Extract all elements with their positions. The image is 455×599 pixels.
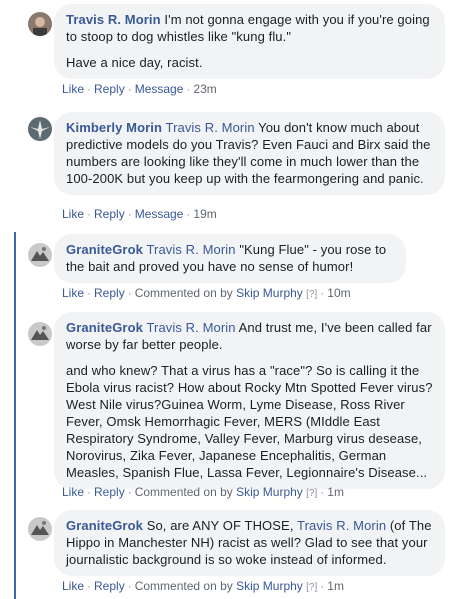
comment-bubble: Travis R. Morin I'm not gonna engage wit…: [54, 4, 445, 79]
message-button[interactable]: Message: [135, 82, 184, 96]
author-name[interactable]: GraniteGrok: [66, 518, 143, 533]
comment-actions: Like · Reply · Message · 23m: [62, 82, 217, 96]
reply-thread-line: [14, 232, 16, 599]
reply-button[interactable]: Reply: [94, 207, 125, 221]
help-badge[interactable]: [?]: [306, 289, 317, 300]
commenter-link[interactable]: Skip Murphy: [236, 579, 303, 593]
help-badge[interactable]: [?]: [306, 582, 317, 593]
avatar-kimberly[interactable]: [28, 117, 52, 141]
avatar-granitegrok[interactable]: [28, 322, 52, 346]
timestamp[interactable]: 19m: [193, 207, 216, 221]
mention-link[interactable]: Travis R. Morin: [166, 120, 255, 135]
comment-bubble: GraniteGrok Travis R. Morin "Kung Flue" …: [54, 234, 406, 283]
timestamp[interactable]: 10m: [327, 286, 350, 300]
comment-bubble: GraniteGrok Travis R. Morin And trust me…: [54, 312, 445, 489]
commenter-link[interactable]: Skip Murphy: [236, 286, 303, 300]
commented-on-by: Commented on by: [134, 485, 233, 499]
author-name[interactable]: GraniteGrok: [66, 242, 143, 257]
timestamp[interactable]: 23m: [193, 82, 216, 96]
comment-text: So, are ANY OF THOSE,: [146, 518, 294, 533]
comment-actions: Like · Reply · Commented on by Skip Murphy […: [62, 485, 344, 499]
reply-button[interactable]: Reply: [94, 286, 125, 300]
commented-on-by: Commented on by: [134, 579, 233, 593]
comment-actions: Like · Reply · Commented on by Skip Murphy […: [62, 286, 351, 300]
mention-link[interactable]: Travis R. Morin: [146, 242, 235, 257]
author-name[interactable]: Travis R. Morin: [66, 12, 161, 27]
reply-button[interactable]: Reply: [94, 82, 125, 96]
comment-bubble: Kimberly Morin Travis R. Morin You don't…: [54, 112, 445, 195]
avatar-granitegrok[interactable]: [28, 243, 52, 267]
like-button[interactable]: Like: [62, 207, 84, 221]
mention-link[interactable]: Travis R. Morin: [146, 320, 235, 335]
comment-bubble: GraniteGrok So, are ANY OF THOSE, Travis…: [54, 510, 445, 576]
reply-button[interactable]: Reply: [94, 485, 125, 499]
like-button[interactable]: Like: [62, 286, 84, 300]
mention-link[interactable]: Travis R. Morin: [297, 518, 386, 533]
like-button[interactable]: Like: [62, 579, 84, 593]
like-button[interactable]: Like: [62, 82, 84, 96]
comment-actions: Like · Reply · Message · 19m: [62, 207, 217, 221]
commented-on-by: Commented on by: [134, 286, 233, 300]
avatar-travis[interactable]: [28, 12, 52, 36]
like-button[interactable]: Like: [62, 485, 84, 499]
timestamp[interactable]: 1m: [327, 485, 344, 499]
commenter-link[interactable]: Skip Murphy: [236, 485, 303, 499]
timestamp[interactable]: 1m: [327, 579, 344, 593]
comment-text: and who knew? That a virus has a "race"?…: [66, 363, 433, 480]
reply-button[interactable]: Reply: [94, 579, 125, 593]
comment-text: Have a nice day, racist.: [66, 55, 203, 70]
author-name[interactable]: GraniteGrok: [66, 320, 143, 335]
comment-actions: Like · Reply · Commented on by Skip Murphy […: [62, 579, 344, 593]
author-name[interactable]: Kimberly Morin: [66, 120, 162, 135]
message-button[interactable]: Message: [135, 207, 184, 221]
help-badge[interactable]: [?]: [306, 488, 317, 499]
avatar-granitegrok[interactable]: [28, 517, 52, 541]
